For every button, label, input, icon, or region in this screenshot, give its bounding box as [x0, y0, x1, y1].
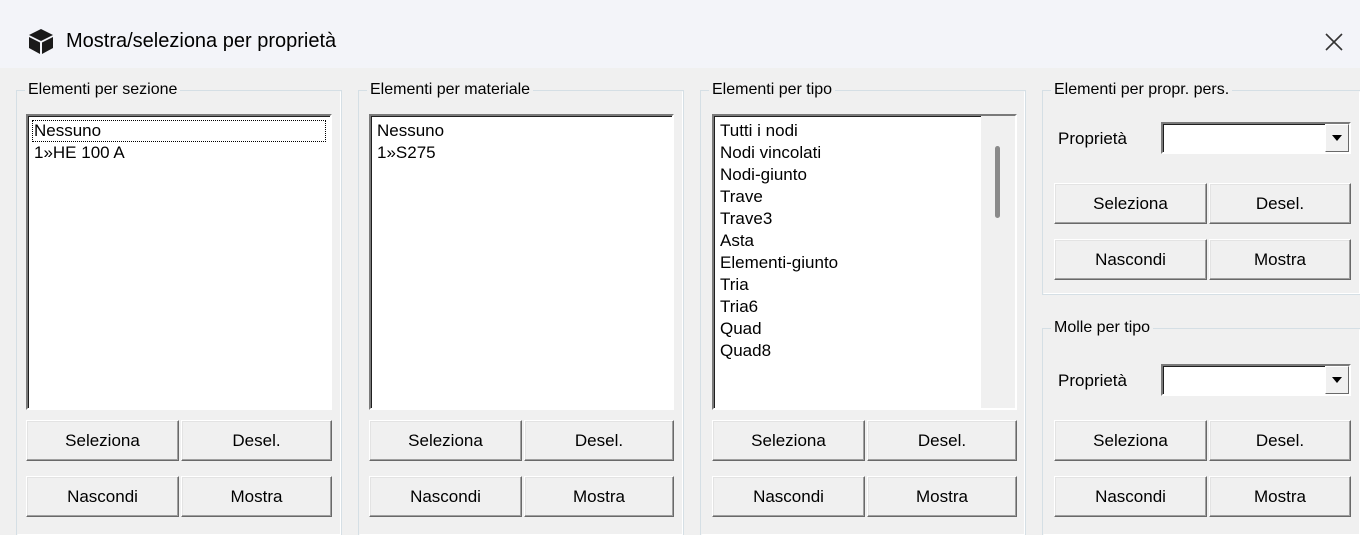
- deselect-button[interactable]: Desel.: [867, 420, 1017, 461]
- list-item[interactable]: Tria: [718, 274, 1015, 296]
- list-item[interactable]: Tutti i nodi: [718, 120, 1015, 142]
- window-title: Mostra/seleziona per proprietà: [66, 30, 337, 52]
- listbox-sezione[interactable]: Nessuno 1»HE 100 A: [26, 114, 332, 410]
- listbox-materiale[interactable]: Nessuno 1»S275: [369, 114, 674, 410]
- hide-button[interactable]: Nascondi: [1054, 239, 1207, 280]
- list-item[interactable]: Nessuno: [375, 120, 672, 142]
- list-item[interactable]: 1»HE 100 A: [32, 142, 330, 164]
- property-label: Proprietà: [1058, 129, 1127, 148]
- close-icon: [1325, 33, 1343, 51]
- listbox-tipo[interactable]: Tutti i nodi Nodi vincolati Nodi-giunto Tra…: [712, 114, 1017, 410]
- dropdown-arrow[interactable]: [1325, 366, 1349, 394]
- vertical-scrollbar[interactable]: [981, 116, 1015, 408]
- list-item[interactable]: Nessuno: [32, 120, 326, 142]
- hide-button[interactable]: Nascondi: [712, 476, 865, 517]
- select-button[interactable]: Seleziona: [1054, 183, 1207, 224]
- select-button[interactable]: Seleziona: [26, 420, 179, 461]
- deselect-button[interactable]: Desel.: [181, 420, 332, 461]
- group-label: Elementi per tipo: [709, 80, 836, 100]
- deselect-button[interactable]: Desel.: [524, 420, 674, 461]
- group-label: Elementi per sezione: [25, 80, 181, 100]
- show-button[interactable]: Mostra: [181, 476, 332, 517]
- property-combobox[interactable]: [1161, 122, 1351, 154]
- select-button[interactable]: Seleziona: [369, 420, 522, 461]
- title-bar: Mostra/seleziona per proprietà: [0, 0, 1360, 68]
- select-button[interactable]: Seleziona: [712, 420, 865, 461]
- show-button[interactable]: Mostra: [867, 476, 1017, 517]
- list-item[interactable]: Nodi vincolati: [718, 142, 1015, 164]
- property-label: Proprietà: [1058, 371, 1127, 390]
- list-item[interactable]: 1»S275: [375, 142, 672, 164]
- hide-button[interactable]: Nascondi: [369, 476, 522, 517]
- show-button[interactable]: Mostra: [1209, 239, 1351, 280]
- group-label: Elementi per propr. pers.: [1051, 80, 1233, 100]
- chevron-down-icon: [1332, 377, 1342, 383]
- hide-button[interactable]: Nascondi: [26, 476, 179, 517]
- deselect-button[interactable]: Desel.: [1209, 420, 1351, 461]
- list-item[interactable]: Quad8: [718, 340, 1015, 362]
- property-combobox[interactable]: [1161, 364, 1351, 396]
- list-item[interactable]: Tria6: [718, 296, 1015, 318]
- list-item[interactable]: Nodi-giunto: [718, 164, 1015, 186]
- list-item[interactable]: Elementi-giunto: [718, 252, 1015, 274]
- hide-button[interactable]: Nascondi: [1054, 476, 1207, 517]
- scrollbar-thumb[interactable]: [995, 146, 1000, 218]
- group-label: Molle per tipo: [1051, 318, 1154, 338]
- select-button[interactable]: Seleziona: [1054, 420, 1207, 461]
- chevron-down-icon: [1332, 135, 1342, 141]
- cube-icon: [27, 27, 55, 55]
- deselect-button[interactable]: Desel.: [1209, 183, 1351, 224]
- show-button[interactable]: Mostra: [524, 476, 674, 517]
- list-item[interactable]: Trave: [718, 186, 1015, 208]
- list-item[interactable]: Quad: [718, 318, 1015, 340]
- dropdown-arrow[interactable]: [1325, 124, 1349, 152]
- list-item[interactable]: Asta: [718, 230, 1015, 252]
- close-button[interactable]: [1308, 16, 1360, 68]
- show-button[interactable]: Mostra: [1209, 476, 1351, 517]
- group-label: Elementi per materiale: [367, 80, 534, 100]
- list-item[interactable]: Trave3: [718, 208, 1015, 230]
